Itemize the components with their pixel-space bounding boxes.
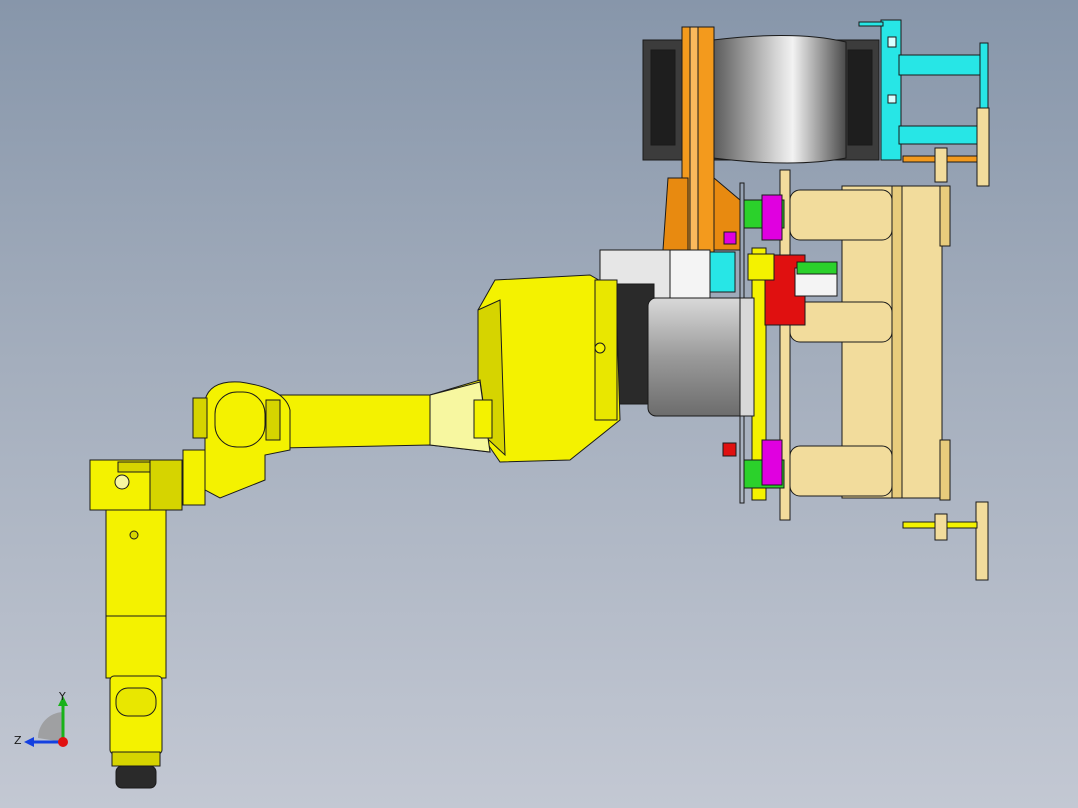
- robot-elbow: [182, 381, 291, 506]
- right-fixture: [789, 107, 990, 581]
- drum-assembly: [642, 34, 880, 164]
- assembly-scene[interactable]: Y Z: [0, 0, 1078, 808]
- robot-forearm: [279, 379, 493, 453]
- cad-viewport[interactable]: Y Z: [0, 0, 1078, 808]
- y-axis-label: Y: [58, 690, 66, 703]
- robot-wrist: [89, 459, 183, 789]
- z-axis-label: Z: [14, 734, 22, 747]
- robot-arm-upper: [477, 274, 621, 463]
- coordinate-triad-icon[interactable]: Y Z: [14, 690, 68, 747]
